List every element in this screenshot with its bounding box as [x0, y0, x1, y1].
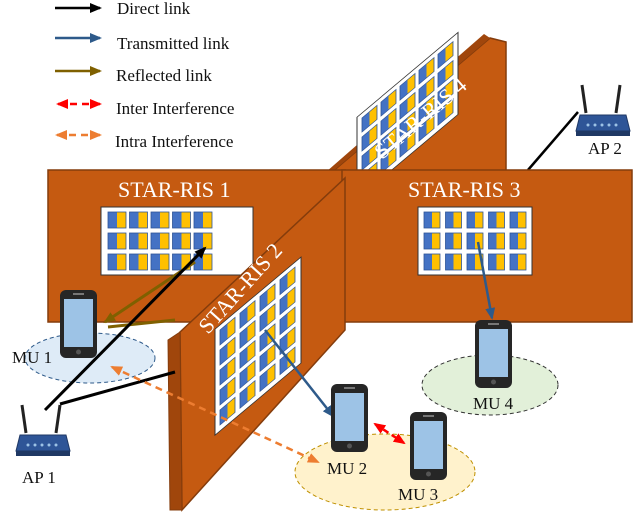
ris-element	[467, 233, 475, 249]
ris-element	[445, 233, 454, 249]
mu4-phone-icon	[475, 320, 512, 388]
ap2-direct-link	[527, 111, 579, 171]
ris-element	[108, 233, 117, 249]
mu2-mu3-coverage-area	[294, 433, 476, 511]
ap2-label: AP 2	[588, 139, 622, 158]
ris-3-elements	[423, 211, 527, 271]
mu1-phone-icon	[60, 290, 97, 358]
mu2-label: MU 2	[327, 459, 367, 478]
ris-element	[488, 212, 497, 228]
ris-element	[129, 212, 139, 228]
legend-label: Transmitted link	[117, 34, 230, 53]
ris-element	[510, 233, 518, 249]
ap1-router-icon	[15, 404, 71, 456]
ris-element	[129, 254, 139, 270]
ris-element	[488, 254, 497, 270]
ap2-router-icon	[575, 84, 631, 136]
legend-transmitted-link: Transmitted link	[55, 33, 230, 53]
mu3-phone-icon	[410, 412, 447, 480]
ris-element	[129, 233, 139, 249]
ris-element	[510, 212, 518, 228]
ris-element	[488, 233, 497, 249]
ris-element	[172, 233, 182, 249]
ris-element	[151, 233, 160, 249]
ris-element	[194, 212, 203, 228]
legend-label: Reflected link	[116, 66, 212, 85]
ris-element	[108, 254, 117, 270]
mu2-phone-icon	[331, 384, 368, 452]
mu3-label: MU 3	[398, 485, 438, 504]
legend-label: Inter Interference	[116, 99, 234, 118]
ris-element	[172, 254, 182, 270]
ris-element	[467, 254, 475, 270]
star-ris-diagram: Direct link Transmitted link Reflected l…	[12, 0, 633, 512]
ris-element	[194, 233, 203, 249]
ris-element	[424, 254, 432, 270]
ris-element	[108, 212, 117, 228]
ris-element	[424, 212, 432, 228]
legend-direct-link: Direct link	[55, 0, 191, 18]
mu4-label: MU 4	[473, 394, 514, 413]
legend: Direct link Transmitted link Reflected l…	[55, 0, 234, 151]
ris-element	[445, 254, 454, 270]
legend-intra-interference: Intra Interference	[55, 130, 233, 151]
ris-element	[467, 212, 475, 228]
star-ris-1-label: STAR-RIS 1	[118, 177, 231, 202]
ris-element	[424, 233, 432, 249]
ris-element	[151, 212, 160, 228]
legend-reflected-link: Reflected link	[55, 66, 212, 85]
ris-1-elements	[107, 211, 213, 271]
ris-element	[445, 212, 454, 228]
mu1-label: MU 1	[12, 348, 52, 367]
ris-element	[172, 212, 182, 228]
legend-inter-interference: Inter Interference	[56, 99, 234, 118]
star-ris-3-label: STAR-RIS 3	[408, 177, 521, 202]
legend-label: Intra Interference	[115, 132, 233, 151]
ris-element	[510, 254, 518, 270]
legend-label: Direct link	[117, 0, 191, 18]
star-ris-3-wall: STAR-RIS 3	[341, 169, 633, 323]
ris-element	[151, 254, 160, 270]
ap1-label: AP 1	[22, 468, 56, 487]
